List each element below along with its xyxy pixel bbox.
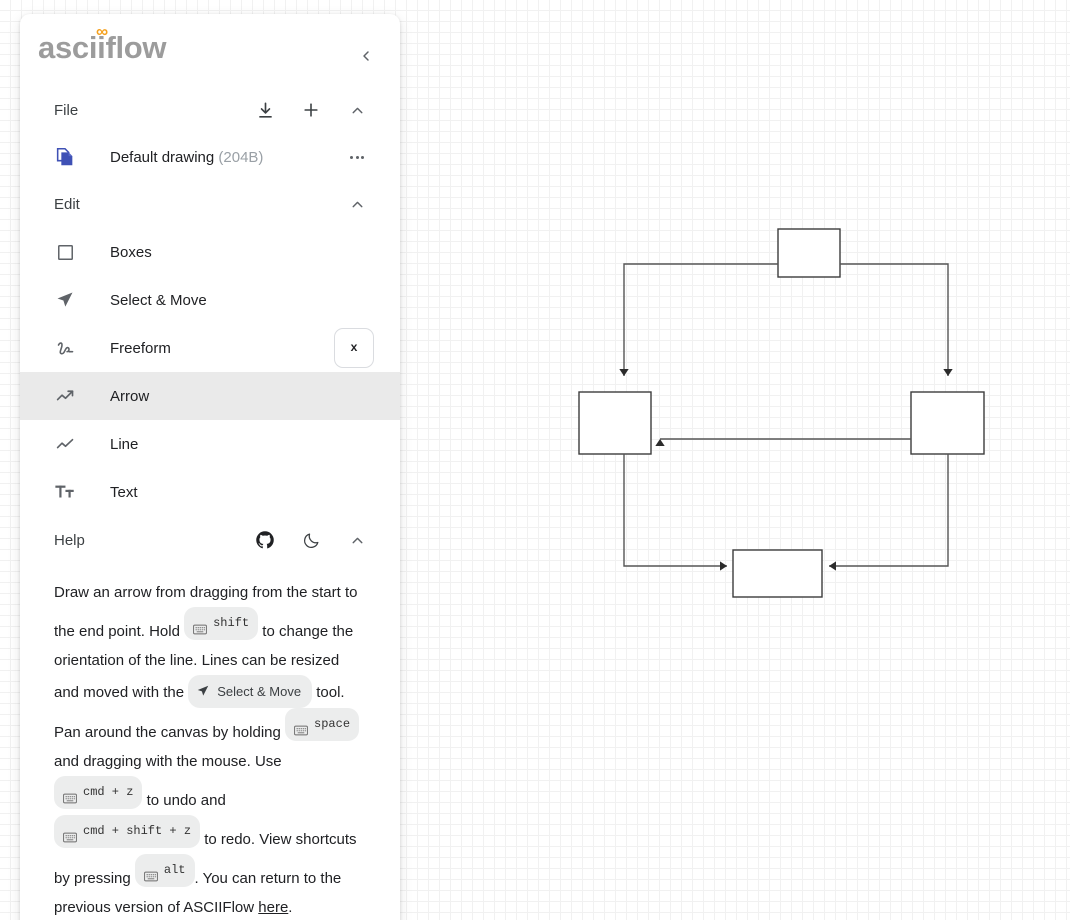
format-size-icon xyxy=(54,481,76,503)
edit-section-actions xyxy=(347,194,367,214)
arrowhead xyxy=(943,369,953,376)
tool-label-arrow: Arrow xyxy=(110,387,150,405)
connector-right-to-bottom[interactable] xyxy=(829,454,949,567)
tool-item-boxes[interactable]: Boxes xyxy=(20,228,400,276)
arrowhead xyxy=(619,369,629,376)
keyboard-icon xyxy=(294,719,308,736)
box-right[interactable] xyxy=(910,391,985,455)
github-icon[interactable] xyxy=(255,530,275,550)
tool-label-boxes: Boxes xyxy=(110,243,152,261)
tool-label-line: Line xyxy=(110,435,139,453)
sidebar-panel: asciiflow ∞ File Default drawing (204B) … xyxy=(20,14,400,920)
section-title-edit: Edit xyxy=(54,195,80,213)
file-section-actions xyxy=(255,100,367,120)
trending-up-arrow-icon xyxy=(54,385,76,407)
tool-label-text: Text xyxy=(110,483,138,501)
kbd-cmd-shift-z-label: cmd + shift + z xyxy=(83,824,192,838)
connector-top-to-left[interactable] xyxy=(623,263,778,376)
section-header-edit: Edit xyxy=(20,180,400,228)
app-logo: asciiflow ∞ xyxy=(38,23,167,63)
kbd-cmd-z: cmd + z xyxy=(54,776,143,809)
kbd-shift-label: shift xyxy=(213,616,250,630)
tool-item-select-move[interactable]: Select & Move xyxy=(20,276,400,324)
keyboard-icon xyxy=(63,826,77,843)
box-bottom[interactable] xyxy=(732,549,823,598)
section-header-file: File xyxy=(20,86,400,134)
chevron-left-icon[interactable] xyxy=(358,48,374,64)
more-horizontal-icon[interactable] xyxy=(347,147,367,167)
moon-icon[interactable] xyxy=(301,530,321,550)
section-header-help: Help xyxy=(20,516,400,564)
download-icon[interactable] xyxy=(255,100,275,120)
file-size-text: (204B) xyxy=(218,148,264,166)
chevron-up-icon-help[interactable] xyxy=(347,530,367,550)
tool-label-select-move: Select & Move xyxy=(110,291,207,309)
cursor-arrow-icon-chip xyxy=(196,677,210,706)
section-title-help: Help xyxy=(54,531,85,549)
asciiflow-app: asciiflow ∞ File Default drawing (204B) … xyxy=(0,0,1070,920)
file-copy-icon xyxy=(54,146,76,168)
shortcut-badge-freeform[interactable]: x xyxy=(334,328,374,368)
kbd-cmd-shift-z: cmd + shift + z xyxy=(54,815,201,848)
help-p8: . xyxy=(288,899,293,916)
section-title-file: File xyxy=(54,101,79,119)
chevron-up-icon-edit[interactable] xyxy=(347,194,367,214)
tool-label-freeform: Freeform xyxy=(110,339,171,357)
previous-version-link[interactable]: here xyxy=(258,899,288,916)
tool-item-freeform[interactable]: Freeform x xyxy=(20,324,400,372)
keyboard-icon xyxy=(193,618,207,635)
cursor-arrow-icon xyxy=(54,289,76,311)
chip-select-move: Select & Move xyxy=(188,675,313,708)
tool-item-text[interactable]: Text xyxy=(20,468,400,516)
help-section-actions xyxy=(255,530,367,550)
box-left[interactable] xyxy=(578,391,652,455)
keyboard-icon xyxy=(63,787,77,804)
file-list-item[interactable]: Default drawing (204B) xyxy=(20,134,400,180)
arrowhead xyxy=(655,439,665,446)
gesture-squiggle-icon xyxy=(54,337,76,359)
chevron-up-icon-file[interactable] xyxy=(347,100,367,120)
arrowhead xyxy=(829,561,836,571)
kbd-cmd-z-label: cmd + z xyxy=(83,785,134,799)
arrowhead xyxy=(720,561,727,571)
chip-select-move-label: Select & Move xyxy=(217,684,302,699)
tool-item-arrow[interactable]: Arrow xyxy=(20,372,400,420)
connectors-layer xyxy=(619,263,953,571)
shapes-layer xyxy=(578,228,985,598)
tool-item-line[interactable]: Line xyxy=(20,420,400,468)
connector-left-to-bottom[interactable] xyxy=(623,454,727,567)
panel-header: asciiflow ∞ xyxy=(20,14,400,86)
file-name-text: Default drawing xyxy=(110,148,215,166)
square-outline-icon xyxy=(54,241,76,263)
connector-top-to-right[interactable] xyxy=(840,263,949,376)
kbd-alt: alt xyxy=(134,854,195,887)
infinity-icon: ∞ xyxy=(96,22,108,41)
kbd-space: space xyxy=(285,708,360,741)
help-p4: and dragging with the mouse. Use xyxy=(54,753,282,770)
trending-up-line-icon xyxy=(54,433,76,455)
box-top[interactable] xyxy=(777,228,841,278)
help-p5: to undo and xyxy=(146,792,226,809)
kbd-space-label: space xyxy=(314,717,351,731)
file-name: Default drawing (204B) xyxy=(110,149,347,166)
kbd-shift: shift xyxy=(184,607,259,640)
kbd-alt-label: alt xyxy=(163,863,186,877)
plus-icon[interactable] xyxy=(301,100,321,120)
keyboard-icon xyxy=(144,865,158,882)
help-text: Draw an arrow from dragging from the sta… xyxy=(20,564,400,920)
